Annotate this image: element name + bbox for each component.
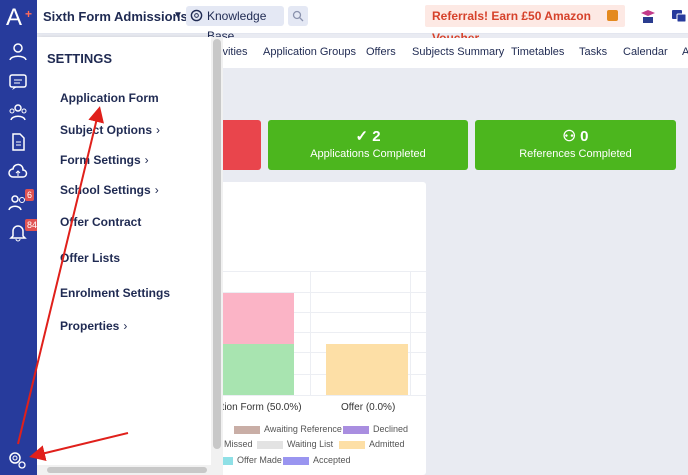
chevron-right-icon: › (123, 319, 128, 333)
legend-item[interactable]: Declined (343, 424, 408, 434)
scrollbar-thumb[interactable] (47, 467, 207, 473)
legend-item[interactable]: Accepted (283, 455, 351, 465)
menu-item-enrolment-settings[interactable]: Enrolment Settings (60, 286, 170, 300)
chevron-right-icon: › (154, 183, 159, 197)
gift-icon (607, 10, 618, 21)
applications-count: ✓ 2 (355, 128, 381, 145)
groups-badge: 6 (25, 189, 35, 201)
chevron-right-icon: › (156, 123, 161, 137)
menu-item-offer-lists[interactable]: Offer Lists (60, 251, 120, 265)
grid-line (215, 395, 426, 396)
stat-card-references[interactable]: ⚇ 0 References Completed (475, 120, 676, 170)
upload-cloud-icon[interactable] (8, 162, 28, 182)
legend-item[interactable]: Offer Made (219, 455, 282, 465)
check-icon: ✓ (355, 128, 373, 145)
knowledge-base-button[interactable]: Knowledge Base (186, 6, 284, 43)
settings-gear-icon[interactable] (7, 450, 27, 470)
menu-item-application-form[interactable]: Application Form (60, 91, 159, 105)
grid-line (410, 271, 411, 395)
tab-tasks[interactable]: Tasks (579, 46, 607, 58)
tab-calendar[interactable]: Calendar (623, 46, 668, 58)
search-icon (292, 10, 304, 22)
chevron-down-icon[interactable]: ▼ (173, 10, 183, 21)
chevron-right-icon: › (144, 153, 149, 167)
left-rail: A + 6 84 (0, 0, 40, 475)
legend-item[interactable]: Admitted (339, 439, 405, 449)
tab-subjects-summary[interactable]: Subjects Summary (412, 46, 504, 58)
tab-activities[interactable]: ivities (220, 46, 248, 58)
graduation-icon[interactable] (639, 7, 657, 25)
legend-item[interactable]: Awaiting Reference (234, 424, 342, 434)
bar-admitted-1[interactable] (326, 344, 408, 395)
category-label-offer: Offer (0.0%) (341, 402, 396, 413)
tab-offers[interactable]: Offers (366, 46, 396, 58)
status-chart-panel: ation Form (50.0%) Offer (0.0%) e Awaiti… (215, 182, 426, 475)
bar-missed-0[interactable] (215, 344, 294, 395)
references-label: References Completed (519, 148, 632, 160)
group-icon: ⚇ (562, 128, 581, 145)
settings-drawer: SETTINGS Application Form Subject Option… (37, 37, 211, 465)
applications-label: Applications Completed (310, 148, 426, 160)
menu-item-offer-contract[interactable]: Offer Contract (60, 215, 141, 229)
drawer-vertical-scrollbar[interactable] (211, 37, 223, 465)
lifebuoy-icon (190, 9, 203, 22)
legend-item[interactable]: Waiting List (257, 439, 333, 449)
help-chat-icon[interactable] (670, 7, 688, 25)
tab-more[interactable]: A (682, 46, 688, 58)
menu-item-subject-options[interactable]: Subject Options › (60, 123, 160, 137)
document-icon[interactable] (8, 132, 28, 152)
group-icon[interactable] (8, 102, 28, 122)
settings-title: SETTINGS (47, 51, 113, 66)
tab-timetables[interactable]: Timetables (511, 46, 564, 58)
legend-item[interactable]: Missed (224, 439, 253, 449)
menu-item-school-settings[interactable]: School Settings › (60, 183, 159, 197)
drawer-horizontal-scrollbar[interactable] (37, 465, 223, 475)
category-label-application-form: ation Form (50.0%) (216, 402, 302, 413)
top-bar: Sixth Form Admissions... ▼ Knowledge Bas… (37, 0, 688, 45)
bar-e-0[interactable] (215, 293, 294, 344)
grid-line (215, 271, 426, 272)
menu-item-properties[interactable]: Properties › (60, 319, 127, 333)
users-icon[interactable] (8, 42, 28, 62)
app-logo-icon[interactable]: A + (6, 4, 32, 32)
search-button[interactable] (288, 6, 308, 26)
scrollbar-thumb[interactable] (213, 39, 221, 449)
menu-item-form-settings[interactable]: Form Settings › (60, 153, 149, 167)
referral-banner[interactable]: Referrals! Earn £50 Amazon Voucher (425, 5, 625, 45)
tab-application-groups[interactable]: Application Groups (263, 46, 356, 58)
stat-card-applications[interactable]: ✓ 2 Applications Completed (268, 120, 468, 170)
grid-line (310, 271, 311, 395)
nav-tabs: ivities Application Groups Offers Subjec… (215, 38, 688, 68)
chat-icon[interactable] (8, 72, 28, 92)
references-count: ⚇ 0 (562, 128, 589, 145)
